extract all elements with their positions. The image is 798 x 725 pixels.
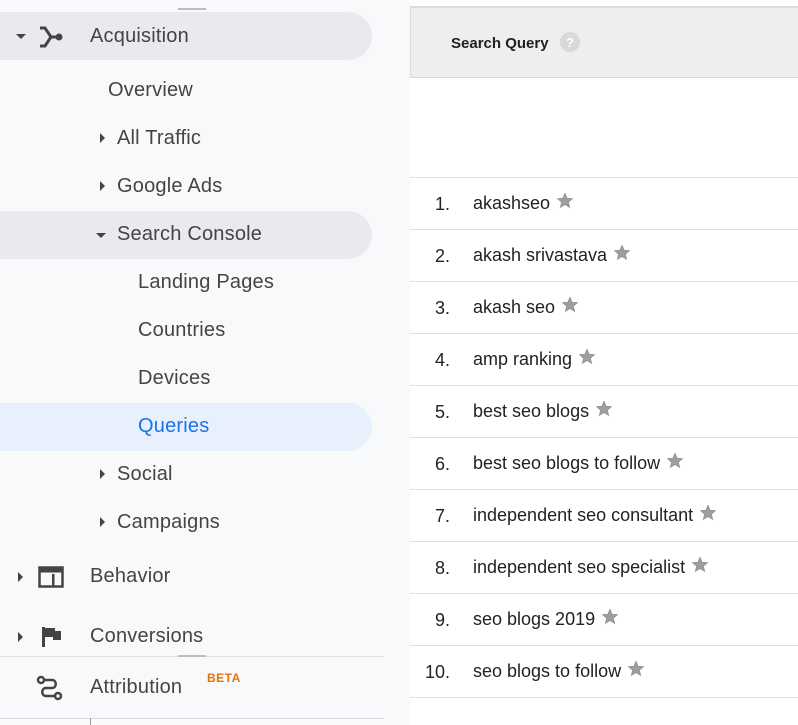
table-row: 4. amp ranking xyxy=(410,334,798,386)
row-number: 2. xyxy=(434,246,450,266)
table-row: 8. independent seo specialist xyxy=(410,542,798,594)
expand-arrow-icon[interactable] xyxy=(100,133,105,143)
row-number: 9. xyxy=(434,610,450,630)
table-row: 1. akashseo xyxy=(410,178,798,230)
query-cell: best seo blogs xyxy=(473,400,613,423)
expand-arrow-icon[interactable] xyxy=(100,181,105,191)
star-icon[interactable] xyxy=(556,192,574,214)
scroll-indicator xyxy=(178,655,206,657)
beta-badge: BETA xyxy=(207,671,241,685)
nav-attribution[interactable]: Attribution xyxy=(90,676,182,699)
table-row: 10. seo blogs to follow xyxy=(410,646,798,698)
table-row: 7. independent seo consultant xyxy=(410,490,798,542)
sidebar-nav: Acquisition Overview All Traffic Google … xyxy=(0,0,410,725)
nav-behavior[interactable]: Behavior xyxy=(90,565,171,588)
nav-countries[interactable]: Countries xyxy=(138,319,225,342)
expand-arrow-icon[interactable] xyxy=(18,632,23,642)
query-link[interactable]: best seo blogs to follow xyxy=(473,453,660,473)
report-table: Search Query ? 1. akashseo 2. akash srivast… xyxy=(410,0,798,725)
row-number: 5. xyxy=(434,402,450,422)
query-link[interactable]: seo blogs to follow xyxy=(473,661,621,681)
acquisition-fork-icon xyxy=(40,26,63,48)
query-cell: seo blogs to follow xyxy=(473,660,645,683)
row-number: 4. xyxy=(434,350,450,370)
query-cell: independent seo consultant xyxy=(473,504,717,527)
expand-arrow-icon[interactable] xyxy=(18,572,23,582)
query-cell: seo blogs 2019 xyxy=(473,608,619,631)
collapse-arrow-icon[interactable] xyxy=(96,233,106,238)
expand-arrow-icon[interactable] xyxy=(100,517,105,527)
query-link[interactable]: amp ranking xyxy=(473,349,572,369)
nav-overview[interactable]: Overview xyxy=(108,79,193,102)
query-link[interactable]: akashseo xyxy=(473,193,550,213)
star-icon[interactable] xyxy=(613,244,631,266)
query-cell: akash srivastava xyxy=(473,244,631,267)
nav-search-console[interactable]: Search Console xyxy=(117,223,262,246)
star-icon[interactable] xyxy=(666,452,684,474)
star-icon[interactable] xyxy=(578,348,596,370)
table-row: 9. seo blogs 2019 xyxy=(410,594,798,646)
row-number: 3. xyxy=(434,298,450,318)
star-icon[interactable] xyxy=(691,556,709,578)
table-header: Search Query ? xyxy=(410,8,798,78)
star-icon[interactable] xyxy=(595,400,613,422)
query-cell: best seo blogs to follow xyxy=(473,452,684,475)
query-link[interactable]: independent seo consultant xyxy=(473,505,693,525)
behavior-window-icon xyxy=(38,566,64,588)
row-number: 1. xyxy=(434,194,450,214)
collapse-arrow-icon[interactable] xyxy=(16,34,26,39)
row-number: 10. xyxy=(424,662,450,682)
nav-all-traffic[interactable]: All Traffic xyxy=(117,127,201,150)
query-link[interactable]: akash seo xyxy=(473,297,555,317)
row-number: 8. xyxy=(434,558,450,578)
nav-landing-pages[interactable]: Landing Pages xyxy=(138,271,274,294)
query-cell: independent seo specialist xyxy=(473,556,709,579)
flag-icon xyxy=(42,627,61,647)
star-icon[interactable] xyxy=(601,608,619,630)
query-cell: akashseo xyxy=(473,192,574,215)
footer-tick xyxy=(90,718,91,725)
column-header-search-query[interactable]: Search Query xyxy=(451,35,549,52)
nav-social[interactable]: Social xyxy=(117,463,173,486)
nav-queries[interactable]: Queries xyxy=(138,415,209,438)
nav-devices[interactable]: Devices xyxy=(138,367,211,390)
row-number: 6. xyxy=(434,454,450,474)
query-link[interactable]: akash srivastava xyxy=(473,245,607,265)
table-row: 5. best seo blogs xyxy=(410,386,798,438)
row-number: 7. xyxy=(434,506,450,526)
scroll-indicator xyxy=(178,8,206,10)
table-summary-row xyxy=(410,78,798,178)
star-icon[interactable] xyxy=(561,296,579,318)
query-link[interactable]: independent seo specialist xyxy=(473,557,685,577)
nav-campaigns[interactable]: Campaigns xyxy=(117,511,220,534)
table-row: 3. akash seo xyxy=(410,282,798,334)
star-icon[interactable] xyxy=(699,504,717,526)
query-link[interactable]: best seo blogs xyxy=(473,401,589,421)
nav-conversions[interactable]: Conversions xyxy=(90,625,203,648)
nav-google-ads[interactable]: Google Ads xyxy=(117,175,222,198)
expand-arrow-icon[interactable] xyxy=(100,469,105,479)
query-link[interactable]: seo blogs 2019 xyxy=(473,609,595,629)
table-row: 2. akash srivastava xyxy=(410,230,798,282)
query-cell: akash seo xyxy=(473,296,579,319)
table-row: 6. best seo blogs to follow xyxy=(410,438,798,490)
sidebar-footer-divider xyxy=(0,718,384,719)
star-icon[interactable] xyxy=(627,660,645,682)
attribution-path-icon xyxy=(36,675,63,701)
nav-acquisition[interactable]: Acquisition xyxy=(90,25,189,48)
query-cell: amp ranking xyxy=(473,348,596,371)
help-question-icon[interactable]: ? xyxy=(560,32,580,52)
